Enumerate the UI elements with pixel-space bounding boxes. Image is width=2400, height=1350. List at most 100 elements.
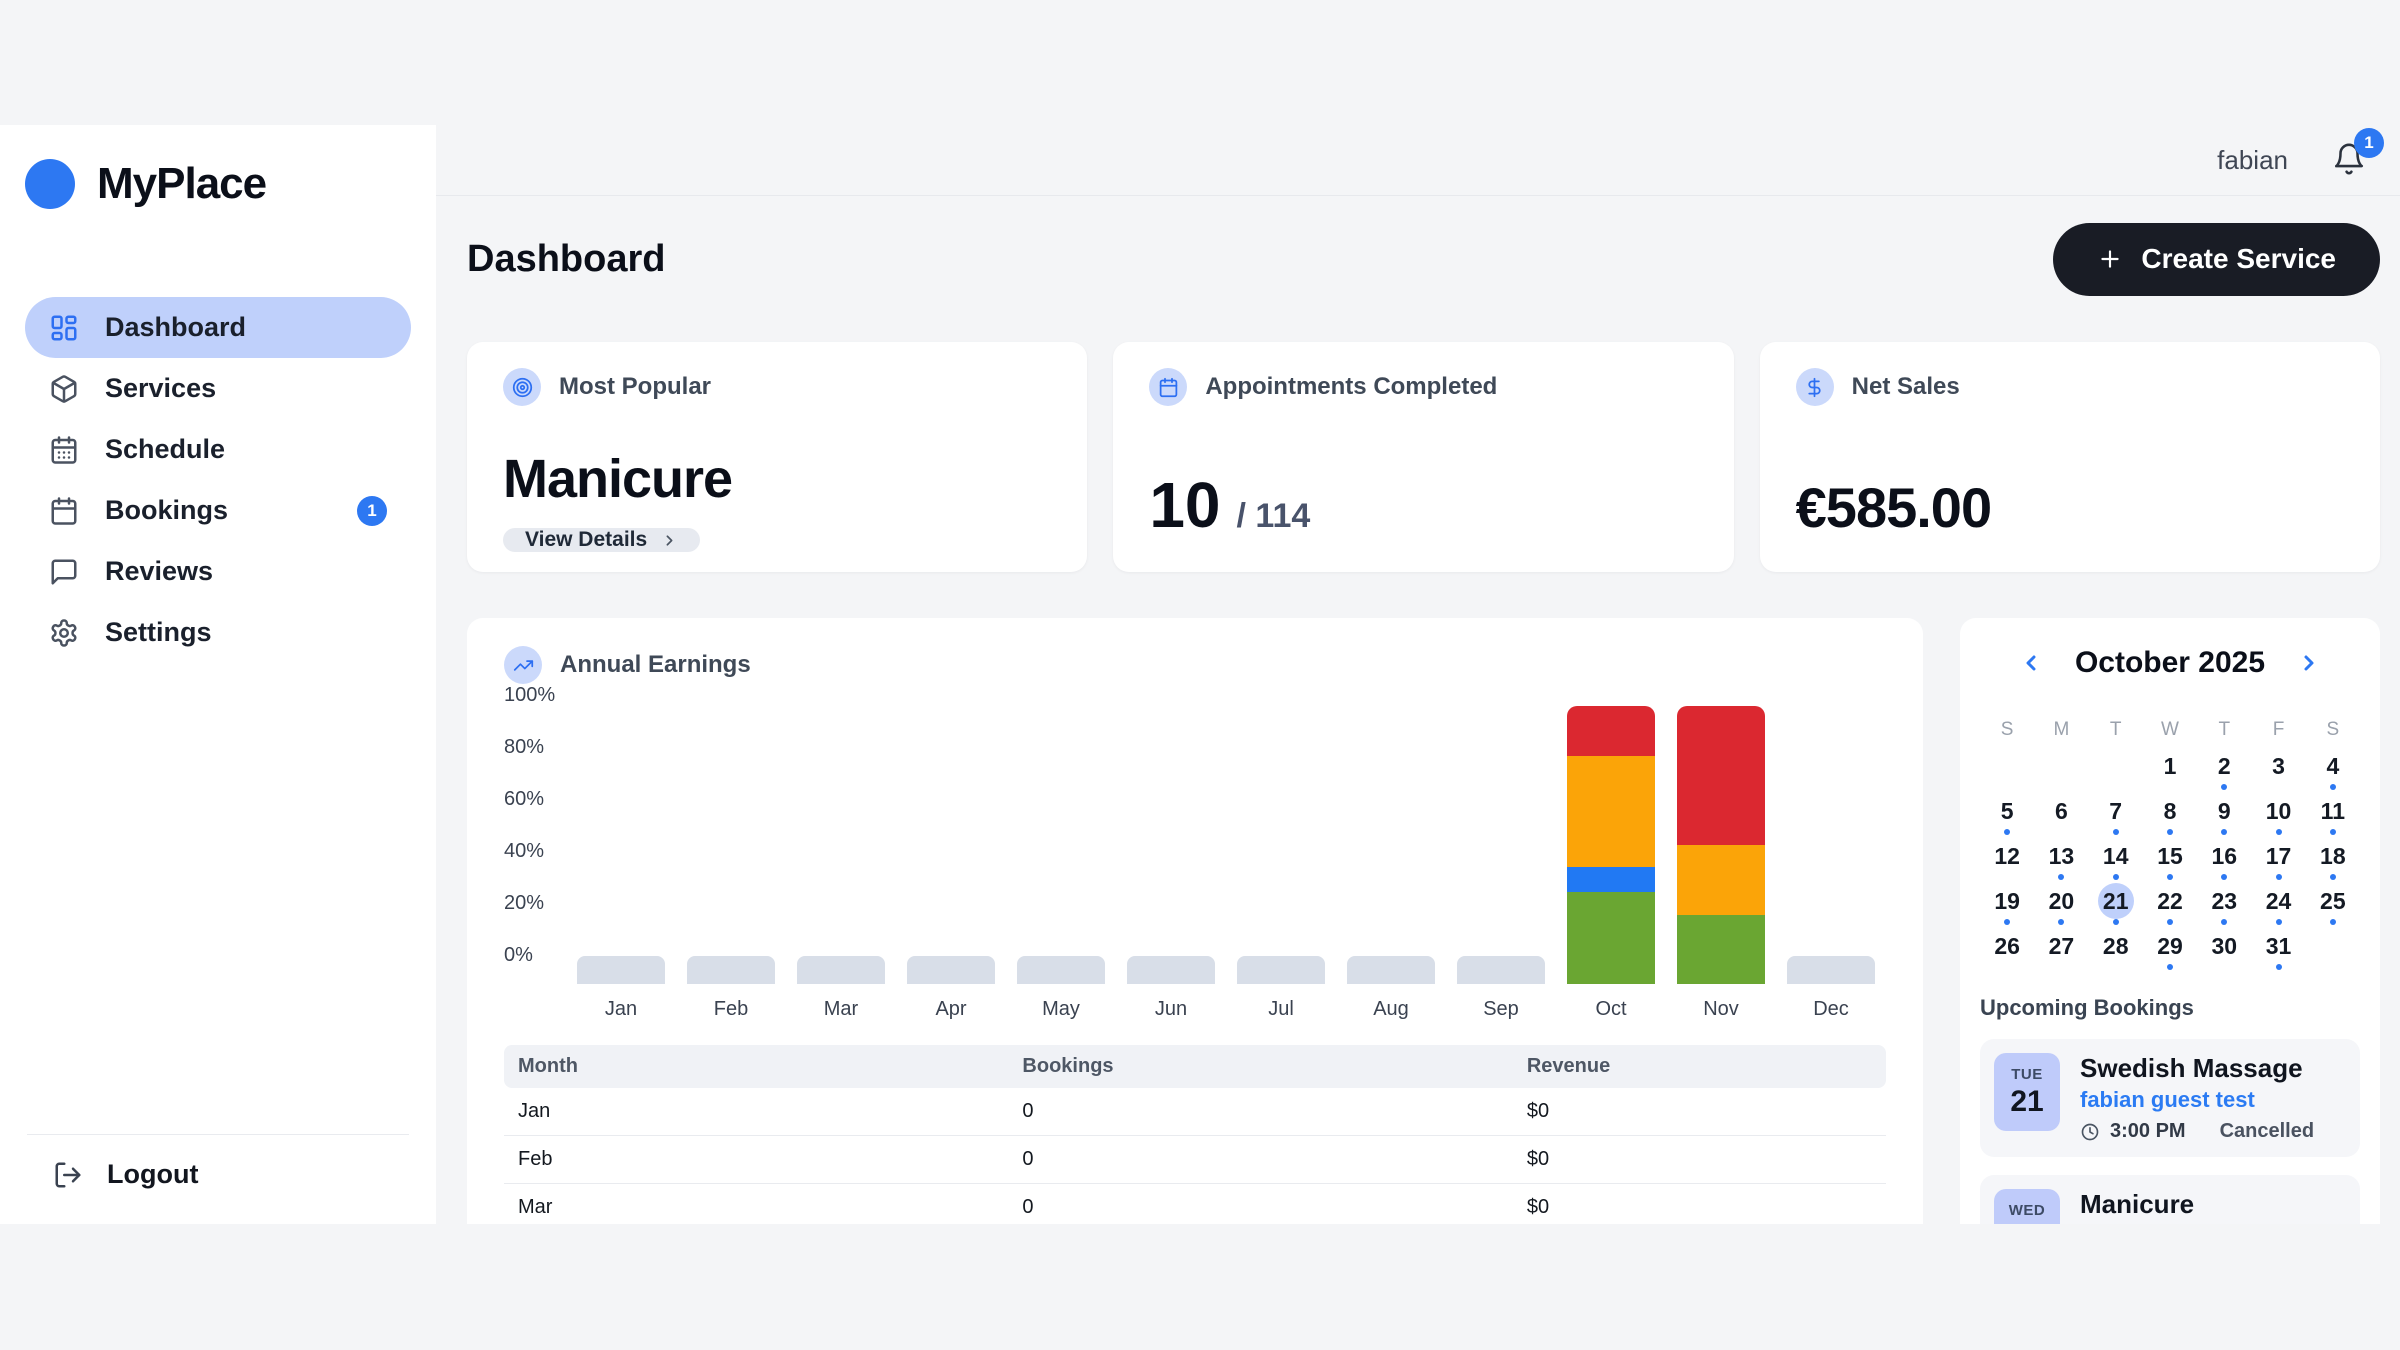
day-number: 16: [2206, 838, 2242, 874]
booking-dot: [2167, 919, 2173, 925]
empty-month-bar: [687, 956, 775, 984]
table-row: Mar0$0: [504, 1184, 1886, 1225]
net-sales-title: Net Sales: [1852, 373, 1960, 401]
day-number: 26: [1989, 928, 2025, 964]
calendar-prev-button[interactable]: [2015, 647, 2047, 679]
green-segment: [1567, 892, 1655, 984]
booking-dot: [2276, 919, 2282, 925]
calendar-day-23[interactable]: 23: [2197, 883, 2251, 928]
calendar-day-30[interactable]: 30: [2197, 928, 2251, 973]
booking-dot: [2004, 919, 2010, 925]
calendar-month-title: October 2025: [2075, 646, 2265, 680]
calendar-day-26[interactable]: 26: [1980, 928, 2034, 973]
clock-icon: [2080, 1122, 2100, 1142]
sidebar-item-reviews[interactable]: Reviews: [25, 541, 411, 602]
calendar-day-31[interactable]: 31: [2251, 928, 2305, 973]
booking-dot: [2276, 874, 2282, 880]
logout-button[interactable]: Logout: [27, 1159, 409, 1190]
calendar-day-24[interactable]: 24: [2251, 883, 2305, 928]
calendar-day-27[interactable]: 27: [2034, 928, 2088, 973]
calendar-day-18[interactable]: 18: [2306, 838, 2360, 883]
sidebar-item-label: Schedule: [105, 434, 225, 465]
sidebar-item-label: Dashboard: [105, 312, 246, 343]
calendar-next-button[interactable]: [2293, 647, 2325, 679]
calendar-day-7[interactable]: 7: [2089, 793, 2143, 838]
sidebar-item-settings[interactable]: Settings: [25, 602, 411, 663]
calendar-day-13[interactable]: 13: [2034, 838, 2088, 883]
calendar-day-25[interactable]: 25: [2306, 883, 2360, 928]
booking-item[interactable]: WED22ManicureCustomer2:00 AMPending: [1980, 1175, 2360, 1224]
calendar-day-5[interactable]: 5: [1980, 793, 2034, 838]
booking-item[interactable]: TUE21Swedish Massagefabian guest test3:0…: [1980, 1039, 2360, 1157]
create-service-button[interactable]: Create Service: [2053, 223, 2380, 296]
calendar-day-17[interactable]: 17: [2251, 838, 2305, 883]
calendar-day-20[interactable]: 20: [2034, 883, 2088, 928]
calendar-day-9[interactable]: 9: [2197, 793, 2251, 838]
day-of-week-header: S: [2306, 712, 2360, 748]
chart-bar-feb: [676, 706, 786, 984]
calendar-icon: [49, 496, 79, 526]
table-row: Jan0$0: [504, 1088, 1886, 1136]
day-number: 24: [2261, 883, 2297, 919]
most-popular-title: Most Popular: [559, 373, 711, 401]
day-number: 30: [2206, 928, 2242, 964]
calendar-day-21[interactable]: 21: [2089, 883, 2143, 928]
calendar-day-11[interactable]: 11: [2306, 793, 2360, 838]
calendar-day-28[interactable]: 28: [2089, 928, 2143, 973]
table-header-bookings: Bookings: [1008, 1045, 1512, 1088]
calendar-day-14[interactable]: 14: [2089, 838, 2143, 883]
calendar-day-29[interactable]: 29: [2143, 928, 2197, 973]
calendar-day-2[interactable]: 2: [2197, 748, 2251, 793]
calendar-day-10[interactable]: 10: [2251, 793, 2305, 838]
day-number: 6: [2043, 793, 2079, 829]
most-popular-card: Most Popular Manicure View Details: [467, 342, 1087, 572]
day-number: 19: [1989, 883, 2025, 919]
view-details-button[interactable]: View Details: [503, 528, 700, 552]
calendar-day-8[interactable]: 8: [2143, 793, 2197, 838]
empty-day-cell: [2034, 748, 2088, 793]
username: fabian: [2217, 145, 2288, 176]
sidebar-item-dashboard[interactable]: Dashboard: [25, 297, 411, 358]
dashboard-grid-icon: [49, 313, 79, 343]
sidebar-item-bookings[interactable]: Bookings1: [25, 480, 411, 541]
calendar-day-16[interactable]: 16: [2197, 838, 2251, 883]
booking-dot: [2167, 964, 2173, 970]
table-cell: $0: [1513, 1088, 1886, 1136]
red-segment: [1567, 706, 1655, 756]
x-axis-label: Mar: [786, 998, 896, 1021]
day-number: 12: [1989, 838, 2025, 874]
sidebar-footer: Logout: [27, 1134, 409, 1224]
x-axis-label: Nov: [1666, 998, 1776, 1021]
day-of-week-header: T: [2089, 712, 2143, 748]
calendar-day-12[interactable]: 12: [1980, 838, 2034, 883]
calendar-day-4[interactable]: 4: [2306, 748, 2360, 793]
day-number: 29: [2152, 928, 2188, 964]
x-axis-label: Feb: [676, 998, 786, 1021]
calendar-day-6[interactable]: 6: [2034, 793, 2088, 838]
sidebar-item-schedule[interactable]: Schedule: [25, 419, 411, 480]
appointments-card: Appointments Completed 10 / 114: [1113, 342, 1733, 572]
table-cell: 0: [1008, 1184, 1512, 1225]
booking-dot: [2221, 829, 2227, 835]
brand-name: MyPlace: [97, 159, 266, 209]
calendar-day-1[interactable]: 1: [2143, 748, 2197, 793]
booking-dot: [2330, 784, 2336, 790]
calendar-day-19[interactable]: 19: [1980, 883, 2034, 928]
calendar-day-22[interactable]: 22: [2143, 883, 2197, 928]
booking-customer-link[interactable]: fabian guest test: [2080, 1087, 2314, 1113]
sidebar-item-label: Reviews: [105, 556, 213, 587]
chat-bubble-icon: [49, 557, 79, 587]
calendar-day-3[interactable]: 3: [2251, 748, 2305, 793]
booking-dot: [2113, 874, 2119, 880]
empty-month-bar: [1127, 956, 1215, 984]
earnings-table: MonthBookingsRevenue Jan0$0Feb0$0Mar0$0: [504, 1045, 1886, 1224]
booking-customer-link[interactable]: Customer: [2080, 1223, 2299, 1224]
chevron-right-icon: [661, 532, 678, 549]
calendar-day-15[interactable]: 15: [2143, 838, 2197, 883]
table-cell: Jan: [504, 1088, 1008, 1136]
sidebar-item-services[interactable]: Services: [25, 358, 411, 419]
plus-icon: [2097, 246, 2123, 272]
chart-y-axis: 100%80%60%40%20%0%: [504, 706, 566, 984]
notifications-button[interactable]: 1: [2332, 142, 2368, 178]
table-cell: 0: [1008, 1088, 1512, 1136]
